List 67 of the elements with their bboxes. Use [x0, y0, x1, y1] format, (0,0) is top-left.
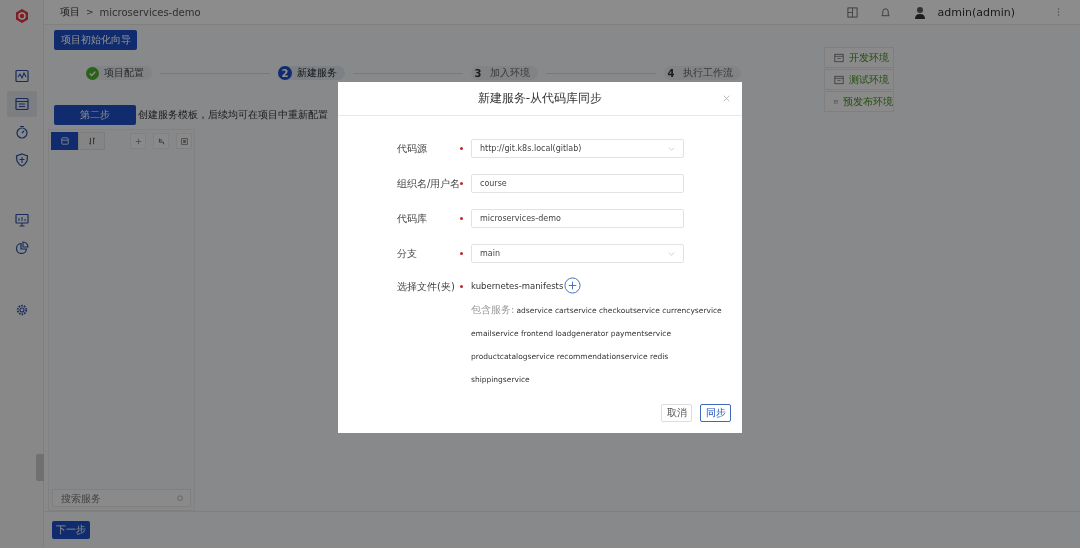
environment-label: 预发布环境 [843, 94, 893, 109]
plus-icon [134, 137, 142, 145]
environment-label: 测试环境 [849, 72, 889, 87]
field-label: 组织名/用户名 [397, 176, 460, 191]
avatar-icon[interactable] [913, 5, 928, 19]
shield-icon [14, 153, 29, 167]
chevron-down-icon [668, 146, 675, 151]
step-number: 2 [278, 66, 292, 80]
window-icon [14, 97, 29, 111]
logo-icon [13, 8, 30, 24]
field-label: 代码库 [397, 211, 428, 226]
step-description: 创建服务模板，后续均可在项目中重新配置 [138, 108, 328, 122]
sort-icon [87, 137, 96, 145]
next-button[interactable]: 下一步 [52, 521, 90, 539]
select-value: main [480, 249, 500, 258]
settings-icon [14, 303, 29, 317]
list-icon [60, 137, 69, 145]
sync-button[interactable]: 同步 [700, 404, 731, 422]
step-label: 项目配置 [104, 66, 144, 80]
select-value: http://git.k8s.local(gitlab) [480, 144, 582, 153]
calendar-icon [834, 52, 844, 63]
calendar-icon [834, 74, 844, 85]
cancel-button[interactable]: 取消 [661, 404, 692, 422]
dialog-title: 新建服务-从代码库同步 [477, 90, 603, 107]
pie-chart-icon [14, 241, 29, 255]
breadcrumb-link[interactable]: 项目 [60, 5, 80, 19]
field-label: 分支 [397, 246, 418, 261]
toolbar-button[interactable] [130, 133, 146, 149]
collapse-handle[interactable] [36, 454, 44, 481]
environment-item[interactable]: 预发布环境 [824, 91, 894, 112]
more-icon[interactable] [1057, 7, 1060, 17]
add-icon[interactable] [564, 277, 582, 294]
breadcrumb-current: microservices-demo [99, 6, 201, 18]
view-tab[interactable] [51, 132, 78, 150]
input-field[interactable]: microservices-demo [471, 209, 684, 228]
toolbar-button[interactable] [176, 133, 192, 149]
field-label: 代码源 [397, 141, 428, 156]
sidebar-item[interactable] [6, 91, 37, 117]
bell-icon[interactable] [880, 6, 892, 18]
select-field[interactable]: http://git.k8s.local(gitlab) [471, 139, 684, 158]
step-two-button[interactable]: 第二步 [54, 105, 136, 125]
input-field[interactable]: course [471, 174, 684, 193]
step-number: 4 [666, 66, 676, 80]
close-icon[interactable] [723, 95, 730, 102]
branch-icon [157, 137, 165, 145]
step-number: 3 [473, 66, 483, 80]
image-icon [180, 137, 188, 145]
field-label: 选择文件(夹) [397, 280, 456, 294]
step-label: 新建服务 [297, 66, 337, 80]
breadcrumb-separator: > [86, 7, 94, 17]
services-label: 包含服务: [471, 303, 515, 317]
toolbar-button[interactable] [153, 133, 169, 149]
step-label: 加入环境 [490, 66, 530, 80]
wizard-button[interactable]: 项目初始化向导 [54, 30, 137, 50]
chart-icon [14, 69, 29, 83]
folder-name: kubernetes-manifests [471, 280, 564, 291]
chevron-down-icon [668, 251, 675, 256]
step-label: 执行工作流 [683, 66, 733, 80]
timer-icon [14, 125, 29, 139]
check-icon [86, 66, 99, 80]
presentation-icon [14, 213, 29, 227]
environment-item[interactable]: 开发环境 [824, 47, 894, 68]
select-field[interactable]: main [471, 244, 684, 263]
environment-item[interactable]: 测试环境 [824, 69, 894, 90]
environment-label: 开发环境 [849, 50, 889, 65]
user-name[interactable]: admin(admin) [937, 5, 1015, 19]
search-field[interactable]: 搜索服务 [52, 489, 191, 507]
